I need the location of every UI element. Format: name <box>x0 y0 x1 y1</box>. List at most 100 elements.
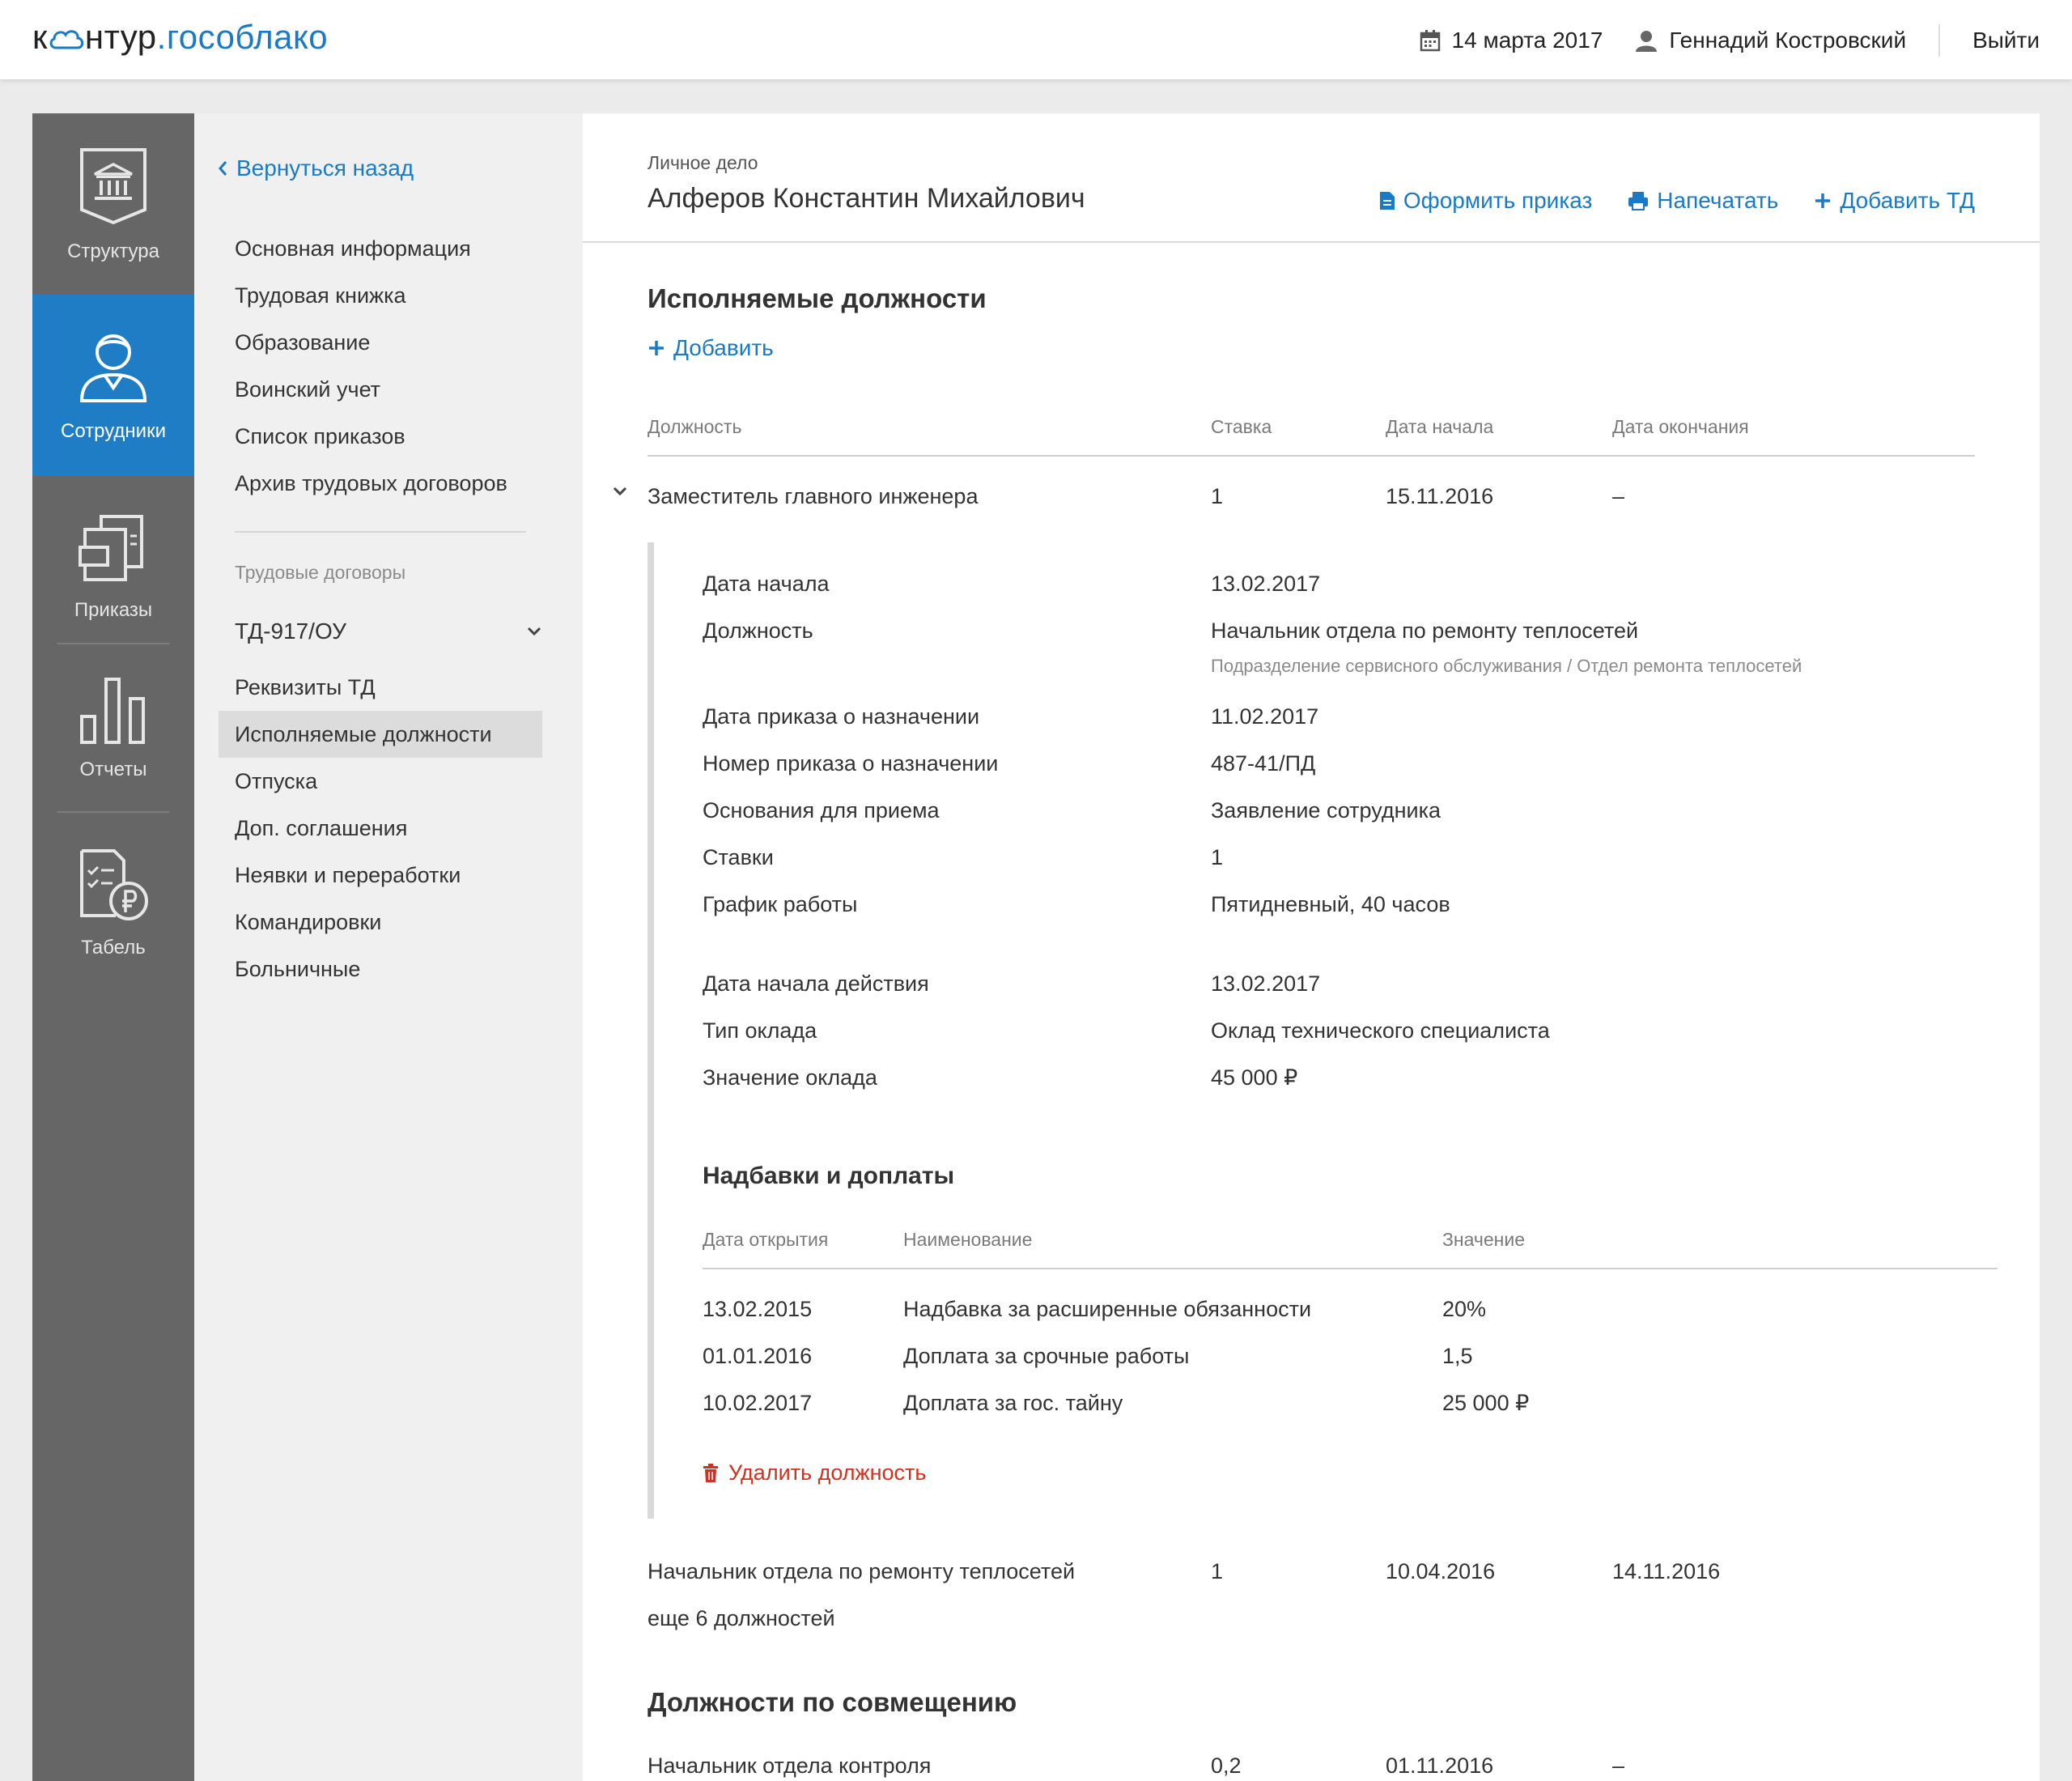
print-label: Напечатать <box>1657 188 1779 213</box>
allowances-title: Надбавки и доплаты <box>703 1163 955 1189</box>
collapse-chevron-icon[interactable] <box>612 486 628 497</box>
nav-item-positions[interactable]: Исполняемые должности <box>235 722 492 747</box>
allowance-date: 10.02.2017 <box>703 1391 813 1415</box>
documents-icon <box>79 515 143 581</box>
rail-item-employees[interactable]: Сотрудники <box>32 295 194 476</box>
print-button[interactable]: Напечатать <box>1628 188 1778 214</box>
col-header-position: Должность <box>648 416 742 437</box>
rail-label-employees: Сотрудники <box>61 420 166 442</box>
rail-label-timesheet: Табель <box>81 937 146 959</box>
add-position-button[interactable]: Добавить <box>648 335 774 361</box>
rail-label-structure: Структура <box>67 240 159 262</box>
section-nav: Вернуться назад Основная информация Труд… <box>194 113 583 1781</box>
rail-item-timesheet[interactable]: Табель <box>32 813 194 994</box>
rail-label-orders: Приказы <box>74 599 153 621</box>
back-link-label: Вернуться назад <box>236 155 414 181</box>
detail-value-basis: Заявление сотрудника <box>1211 798 1441 822</box>
detail-value-effective-date: 13.02.2017 <box>1211 971 1321 996</box>
page-title: Алферов Константин Михайлович <box>648 183 1085 214</box>
chevron-down-icon <box>527 627 541 636</box>
trash-icon <box>703 1463 718 1482</box>
nav-item-contracts-archive[interactable]: Архив трудовых договоров <box>235 471 507 496</box>
contracts-caption: Трудовые договоры <box>235 562 406 583</box>
current-position-start: 15.11.2016 <box>1386 484 1494 508</box>
nav-item-education[interactable]: Образование <box>235 330 370 355</box>
nav-item-basic-info[interactable]: Основная информация <box>235 236 471 261</box>
add-position-label: Добавить <box>673 335 774 360</box>
previous-position-end: 14.11.2016 <box>1612 1559 1721 1583</box>
detail-label-effective-date: Дата начала действия <box>703 971 929 996</box>
current-position-rate: 1 <box>1211 484 1224 508</box>
current-date: 14 марта 2017 <box>1420 28 1603 53</box>
nav-item-sick-leaves[interactable]: Больничные <box>235 957 360 982</box>
main-sidebar: Структура Сотрудники Приказы Отчеты Табе… <box>32 113 194 1781</box>
nav-item-work-book[interactable]: Трудовая книжка <box>235 283 406 308</box>
previous-position-start: 10.04.2016 <box>1386 1559 1496 1583</box>
detail-label-start: Дата начала <box>703 572 830 596</box>
nav-item-absences[interactable]: Неявки и переработки <box>235 863 461 888</box>
delete-position-button[interactable]: Удалить должность <box>703 1460 926 1486</box>
delete-position-label: Удалить должность <box>728 1460 927 1485</box>
section-title: Исполняемые должности <box>648 283 987 313</box>
allowance-name: Доплата за гос. тайну <box>903 1391 1123 1415</box>
contract-select[interactable]: ТД-917/ОУ <box>235 618 542 644</box>
col-header-rate: Ставка <box>1211 416 1272 437</box>
printer-icon <box>1628 192 1649 210</box>
logo[interactable]: к нтур.гособлако <box>32 16 328 58</box>
allowances-col-value: Значение <box>1442 1229 1525 1250</box>
detail-value-schedule: Пятидневный, 40 часов <box>1211 892 1450 916</box>
previous-position-name[interactable]: Начальник отдела по ремонту теплосетей <box>648 1559 1075 1584</box>
order-number-link[interactable]: 487-41/ПД <box>1211 751 1315 776</box>
nav-item-contract-details[interactable]: Реквизиты ТД <box>235 675 376 700</box>
logout-button[interactable]: Выйти <box>1972 28 2040 53</box>
add-contract-button[interactable]: Добавить ТД <box>1814 188 1975 214</box>
allowance-date: 13.02.2015 <box>703 1297 813 1321</box>
nav-item-military[interactable]: Воинский учет <box>235 377 380 402</box>
table-header-divider <box>648 455 1975 457</box>
nav-item-orders-list[interactable]: Список приказов <box>235 424 405 449</box>
add-contract-label: Добавить ТД <box>1840 188 1975 213</box>
create-order-label: Оформить приказ <box>1403 188 1593 213</box>
detail-value-position: Начальник отдела по ремонту теплосетей <box>1211 618 1639 643</box>
col-header-end: Дата окончания <box>1612 416 1749 437</box>
rail-item-orders[interactable]: Приказы <box>32 476 194 657</box>
nav-divider <box>235 531 526 533</box>
previous-position-rate: 1 <box>1211 1559 1224 1583</box>
show-more-positions-link[interactable]: еще 6 должностей <box>648 1606 835 1631</box>
rail-item-structure[interactable]: Структура <box>32 113 194 295</box>
date-text: 14 марта 2017 <box>1451 28 1603 53</box>
bar-chart-icon <box>80 678 145 744</box>
calendar-icon <box>1420 30 1440 52</box>
combined-positions-title: Должности по совмещению <box>648 1687 1017 1717</box>
create-order-button[interactable]: Оформить приказ <box>1379 188 1592 214</box>
current-position-name[interactable]: Заместитель главного инженера <box>648 484 978 509</box>
top-bar: к нтур.гособлако 14 марта 2017 Геннадий К… <box>0 0 2072 79</box>
combined-position-name[interactable]: Начальник отдела контроля <box>648 1753 931 1779</box>
detail-value-salary-type: Оклад технического специалиста <box>1211 1018 1550 1043</box>
allowance-value: 25 000 ₽ <box>1442 1391 1530 1415</box>
nav-item-business-trips[interactable]: Командировки <box>235 910 381 935</box>
rail-label-reports: Отчеты <box>79 759 147 780</box>
allowance-name: Надбавка за расширенные обязанности <box>903 1297 1312 1321</box>
logo-text-c: .гособлако <box>156 18 329 56</box>
combined-position-start: 01.11.2016 <box>1386 1753 1494 1778</box>
user-menu[interactable]: Геннадий Костровский <box>1635 28 1906 53</box>
allowance-name: Доплата за срочные работы <box>903 1344 1190 1368</box>
chevron-left-icon <box>219 161 227 176</box>
nav-item-agreements[interactable]: Доп. соглашения <box>235 816 407 841</box>
plus-icon <box>1815 193 1831 208</box>
contract-select-value: ТД-917/ОУ <box>235 618 346 644</box>
nav-item-vacations[interactable]: Отпуска <box>235 769 317 794</box>
rail-item-reports[interactable]: Отчеты <box>32 644 194 813</box>
header-actions: Оформить приказ Напечатать Добавить ТД <box>1379 188 1975 214</box>
breadcrumb: Личное дело <box>648 152 758 173</box>
user-name: Геннадий Костровский <box>1669 28 1907 53</box>
building-icon <box>80 148 146 225</box>
detail-label-schedule: График работы <box>703 892 858 916</box>
current-position-end: – <box>1612 484 1625 508</box>
detail-label-position: Должность <box>703 618 813 643</box>
allowances-col-name: Наименование <box>903 1229 1033 1250</box>
detail-label-rates: Ставки <box>703 845 774 869</box>
back-link[interactable]: Вернуться назад <box>217 155 414 181</box>
plus-icon <box>649 341 664 355</box>
